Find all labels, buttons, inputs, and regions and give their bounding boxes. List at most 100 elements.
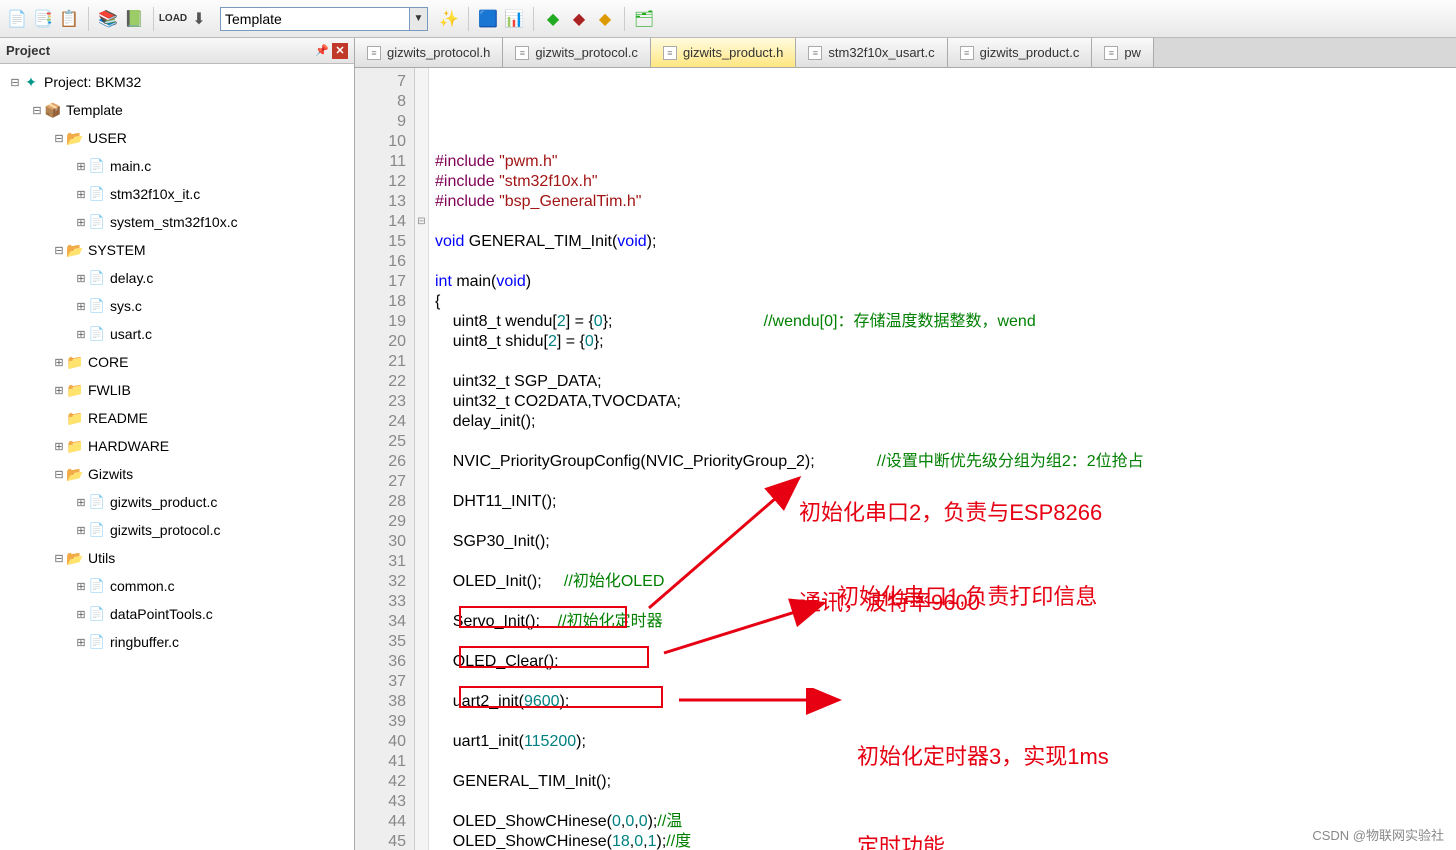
tree-node[interactable]: ⊞📁HARDWARE — [0, 432, 354, 460]
code-line[interactable]: { — [435, 292, 1456, 312]
tree-node[interactable]: ⊞📄ringbuffer.c — [0, 628, 354, 656]
expand-icon[interactable]: ⊞ — [74, 608, 88, 621]
editor-tab[interactable]: ≡gizwits_product.h — [651, 38, 796, 67]
line-gutter: 7891011121314151617181920212223242526272… — [355, 68, 415, 850]
tool-icon-4[interactable]: 📚 — [97, 8, 119, 30]
tool-icon-1[interactable]: 📄 — [6, 8, 28, 30]
code-line[interactable]: #include "pwm.h" — [435, 152, 1456, 172]
tree-node[interactable]: ⊞📄main.c — [0, 152, 354, 180]
expand-icon[interactable]: ⊞ — [52, 440, 66, 453]
tool-icon-a[interactable]: 🟦 — [477, 8, 499, 30]
tree-node[interactable]: ⊞📄delay.c — [0, 264, 354, 292]
expand-icon[interactable]: ⊟ — [52, 552, 66, 565]
tool-icon-e[interactable]: ◆ — [594, 8, 616, 30]
tab-label: gizwits_product.c — [980, 45, 1080, 60]
expand-icon[interactable]: ⊞ — [74, 328, 88, 341]
editor-tab[interactable]: ≡pw — [1092, 38, 1154, 67]
code-line[interactable]: delay_init(); — [435, 412, 1456, 432]
expand-icon[interactable]: ⊞ — [74, 524, 88, 537]
tree-label: FWLIB — [88, 382, 131, 398]
tool-icon-f[interactable]: 🗂 — [633, 8, 655, 30]
tree-label: main.c — [110, 158, 151, 174]
expand-icon[interactable]: ⊟ — [30, 104, 44, 117]
tool-icon-5[interactable]: 📗 — [123, 8, 145, 30]
tree-node[interactable]: ⊟📂Utils — [0, 544, 354, 572]
tree-node[interactable]: ⊞📄system_stm32f10x.c — [0, 208, 354, 236]
tree-node[interactable]: ⊟📂Gizwits — [0, 460, 354, 488]
folder-icon: 📁 — [66, 410, 84, 426]
editor-tab[interactable]: ≡gizwits_protocol.c — [503, 38, 651, 67]
code-area[interactable]: 7891011121314151617181920212223242526272… — [355, 68, 1456, 850]
editor-area: ≡gizwits_protocol.h≡gizwits_protocol.c≡g… — [355, 38, 1456, 850]
tree-node[interactable]: ⊞📄dataPointTools.c — [0, 600, 354, 628]
expand-icon[interactable]: ⊟ — [52, 132, 66, 145]
expand-icon[interactable]: ⊞ — [74, 216, 88, 229]
expand-icon[interactable]: ⊞ — [74, 160, 88, 173]
tool-icon-load[interactable]: LOAD — [162, 8, 184, 30]
expand-icon[interactable]: ⊞ — [52, 356, 66, 369]
tree-node[interactable]: ⊞📄stm32f10x_it.c — [0, 180, 354, 208]
code-line[interactable]: #include "stm32f10x.h" — [435, 172, 1456, 192]
code-line[interactable] — [435, 252, 1456, 272]
tree-node[interactable]: ⊞📄gizwits_product.c — [0, 488, 354, 516]
template-combo[interactable]: ▼ — [220, 7, 428, 31]
code-line[interactable]: void GENERAL_TIM_Init(void); — [435, 232, 1456, 252]
tool-icon-wand[interactable]: ✨ — [438, 8, 460, 30]
editor-tab[interactable]: ≡stm32f10x_usart.c — [796, 38, 947, 67]
tool-icon-c[interactable]: ◆ — [542, 8, 564, 30]
tree-node[interactable]: ⊟📦Template — [0, 96, 354, 124]
tool-icon-3[interactable]: 📋 — [58, 8, 80, 30]
code-line[interactable]: uint8_t shidu[2] = {0}; — [435, 332, 1456, 352]
tree-label: Utils — [88, 550, 115, 566]
chevron-down-icon[interactable]: ▼ — [410, 7, 428, 31]
expand-icon[interactable]: ⊞ — [74, 636, 88, 649]
file-icon: 📄 — [88, 186, 106, 202]
expand-icon[interactable]: ⊞ — [74, 300, 88, 313]
expand-icon[interactable]: ⊟ — [52, 244, 66, 257]
tree-label: Template — [66, 102, 123, 118]
expand-icon[interactable]: ⊞ — [74, 188, 88, 201]
highlight-box-timer — [459, 686, 663, 708]
file-icon: ≡ — [808, 46, 822, 60]
editor-tab[interactable]: ≡gizwits_product.c — [948, 38, 1093, 67]
tree-node[interactable]: ⊟✦Project: BKM32 — [0, 68, 354, 96]
tree-node[interactable]: ⊞📄common.c — [0, 572, 354, 600]
tree-node[interactable]: ⊞📄sys.c — [0, 292, 354, 320]
tree-node[interactable]: ⊞📄gizwits_protocol.c — [0, 516, 354, 544]
code-line[interactable]: uint32_t CO2DATA,TVOCDATA; — [435, 392, 1456, 412]
expand-icon[interactable]: ⊞ — [74, 580, 88, 593]
tree-label: HARDWARE — [88, 438, 169, 454]
tree-node[interactable]: ⊞📁FWLIB — [0, 376, 354, 404]
tree-label: stm32f10x_it.c — [110, 186, 200, 202]
editor-tab[interactable]: ≡gizwits_protocol.h — [355, 38, 503, 67]
toolbar: 📄 📑 📋 📚 📗 LOAD ⬇ ▼ ✨ 🟦 📊 ◆ ◆ ◆ 🗂 — [0, 0, 1456, 38]
tree-label: gizwits_protocol.c — [110, 522, 221, 538]
project-tree[interactable]: ⊟✦Project: BKM32⊟📦Template⊟📂USER⊞📄main.c… — [0, 64, 354, 850]
tool-icon-2[interactable]: 📑 — [32, 8, 54, 30]
tree-node[interactable]: ⊞📁CORE — [0, 348, 354, 376]
separator — [153, 7, 154, 31]
pin-icon[interactable]: 📌 — [314, 43, 330, 59]
tree-node[interactable]: ⊟📂SYSTEM — [0, 236, 354, 264]
tool-icon-b[interactable]: 📊 — [503, 8, 525, 30]
template-input[interactable] — [220, 7, 410, 31]
expand-icon[interactable]: ⊞ — [52, 384, 66, 397]
expand-icon[interactable]: ⊟ — [52, 468, 66, 481]
code-line[interactable]: uint8_t wendu[2] = {0}; //wendu[0]：存储温度数… — [435, 312, 1456, 332]
fold-column[interactable]: ⊟ — [415, 68, 429, 850]
expand-icon[interactable]: ⊞ — [74, 272, 88, 285]
code-line[interactable]: uint32_t SGP_DATA; — [435, 372, 1456, 392]
tree-node[interactable]: 📁README — [0, 404, 354, 432]
tool-icon-download[interactable]: ⬇ — [188, 8, 210, 30]
code-line[interactable]: #include "bsp_GeneralTim.h" — [435, 192, 1456, 212]
expand-icon[interactable]: ⊞ — [74, 496, 88, 509]
close-icon[interactable]: ✕ — [332, 43, 348, 59]
code-line[interactable] — [435, 212, 1456, 232]
tree-node[interactable]: ⊞📄usart.c — [0, 320, 354, 348]
tree-node[interactable]: ⊟📂USER — [0, 124, 354, 152]
tool-icon-d[interactable]: ◆ — [568, 8, 590, 30]
code-line[interactable] — [435, 352, 1456, 372]
code-content[interactable]: #include "pwm.h"#include "stm32f10x.h"#i… — [429, 68, 1456, 850]
code-line[interactable]: int main(void) — [435, 272, 1456, 292]
expand-icon[interactable]: ⊟ — [8, 76, 22, 89]
